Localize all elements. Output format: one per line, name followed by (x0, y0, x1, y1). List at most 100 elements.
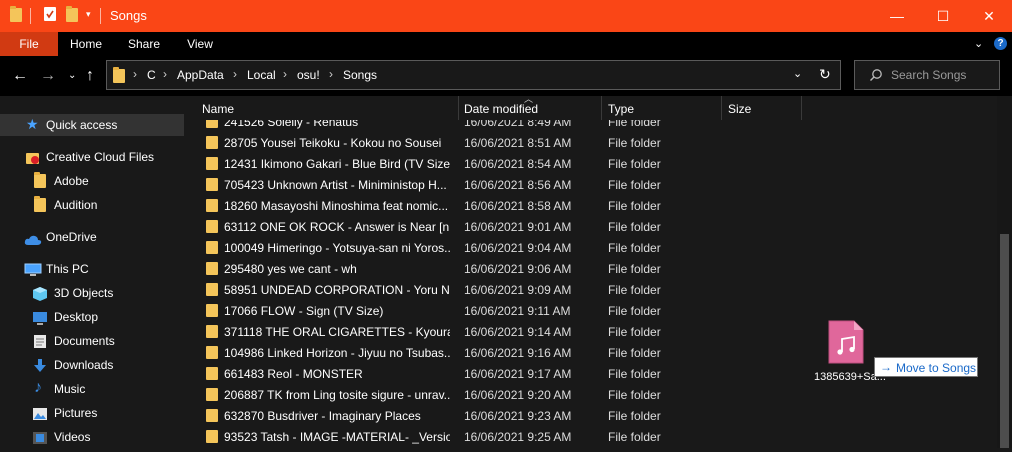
column-divider[interactable] (801, 96, 802, 120)
file-name: 28705 Yousei Teikoku - Kokou no Sousei (224, 136, 442, 150)
help-icon[interactable]: ? (994, 37, 1007, 50)
cube-icon (32, 286, 47, 301)
recent-locations-chevron-icon[interactable]: ⌄ (68, 66, 76, 86)
search-box[interactable] (854, 60, 1000, 90)
column-name[interactable]: Name (202, 102, 234, 116)
forward-arrow-icon[interactable]: → (40, 66, 56, 86)
breadcrumb-separator[interactable]: › (233, 67, 237, 81)
file-row[interactable]: 28705 Yousei Teikoku - Kokou no Sousei 16… (184, 132, 997, 153)
scrollbar-thumb[interactable] (1000, 234, 1009, 448)
breadcrumb-separator[interactable]: › (163, 67, 167, 81)
nav-item-pictures[interactable]: Pictures (0, 402, 184, 424)
close-button[interactable]: ✕ (966, 0, 1012, 32)
address-bar[interactable]: › C › AppData › Local › osu! › Songs ⌄ ↻ (106, 60, 841, 90)
nav-item-adobe[interactable]: Adobe (0, 170, 184, 192)
nav-item-videos[interactable]: Videos (0, 426, 184, 448)
tab-view[interactable]: View (176, 32, 224, 56)
breadcrumb-separator[interactable]: › (329, 67, 333, 81)
nav-item-audition[interactable]: Audition (0, 194, 184, 216)
title-divider (100, 8, 101, 24)
file-list: 241526 Soleily - Renatus 16/06/2021 8:49 … (184, 120, 997, 448)
back-arrow-icon[interactable]: ← (12, 66, 28, 86)
navigation-pane: ★ Quick access Creative Cloud Files Adob… (0, 96, 184, 448)
file-row[interactable]: 241526 Soleily - Renatus 16/06/2021 8:49 … (184, 120, 997, 132)
minimize-button[interactable]: — (874, 0, 920, 32)
refresh-icon[interactable]: ↻ (819, 66, 831, 83)
up-arrow-icon[interactable]: ↑ (86, 66, 94, 86)
file-name: 104986 Linked Horizon - Jiyuu no Tsubas.… (224, 346, 450, 360)
tab-file[interactable]: File (0, 32, 58, 56)
drag-tooltip-text: Move to Songs (896, 361, 977, 375)
title-bar[interactable]: ▾ Songs — ☐ ✕ (0, 0, 1012, 32)
nav-item-downloads[interactable]: Downloads (0, 354, 184, 376)
file-type: File folder (608, 262, 661, 276)
column-divider[interactable] (721, 96, 722, 120)
file-date-modified: 16/06/2021 9:17 AM (464, 367, 572, 381)
file-date-modified: 16/06/2021 9:23 AM (464, 409, 572, 423)
properties-icon[interactable] (44, 7, 56, 21)
file-name: 18260 Masayoshi Minoshima feat nomic... (224, 199, 449, 213)
file-row[interactable]: 93523 Tatsh - IMAGE -MATERIAL- _Versio..… (184, 426, 997, 447)
breadcrumb-local[interactable]: Local (247, 68, 276, 82)
file-row[interactable]: 371118 THE ORAL CIGARETTES - Kyouran ...… (184, 321, 997, 342)
address-history-chevron-icon[interactable]: ⌄ (793, 67, 802, 80)
file-row[interactable]: 63112 ONE OK ROCK - Answer is Near [n...… (184, 216, 997, 237)
breadcrumb-appdata[interactable]: AppData (177, 68, 224, 82)
document-icon (33, 334, 47, 348)
column-divider[interactable] (458, 96, 459, 120)
quick-access-dropdown-icon[interactable]: ▾ (86, 9, 91, 20)
tab-share[interactable]: Share (120, 32, 168, 56)
download-icon (33, 358, 47, 372)
breadcrumb-separator: › (133, 67, 137, 81)
window-title: Songs (110, 8, 147, 23)
file-type: File folder (608, 304, 661, 318)
nav-item-3d-objects[interactable]: 3D Objects (0, 282, 184, 304)
file-row[interactable]: 295480 yes we cant - wh 16/06/2021 9:06 A… (184, 258, 997, 279)
folder-icon (206, 199, 218, 212)
music-icon: ♪ (34, 379, 42, 396)
file-row[interactable]: 17066 FLOW - Sign (TV Size) 16/06/2021 9:… (184, 300, 997, 321)
file-row[interactable]: 18260 Masayoshi Minoshima feat nomic... 1… (184, 195, 997, 216)
folder-icon (206, 262, 218, 275)
nav-item-label: 3D Objects (54, 286, 114, 300)
breadcrumb-separator[interactable]: › (283, 67, 287, 81)
column-size[interactable]: Size (728, 102, 751, 116)
nav-item-label: This PC (46, 262, 89, 276)
nav-item-documents[interactable]: Documents (0, 330, 184, 352)
file-date-modified: 16/06/2021 9:04 AM (464, 241, 572, 255)
nav-item-creative-cloud-files[interactable]: Creative Cloud Files (0, 146, 184, 168)
file-row[interactable]: 12431 Ikimono Gakari - Blue Bird (TV Siz… (184, 153, 997, 174)
file-row[interactable]: 100049 Himeringo - Yotsuya-san ni Yoros.… (184, 237, 997, 258)
file-row[interactable]: 58951 UNDEAD CORPORATION - Yoru Na... 16/… (184, 279, 997, 300)
tab-home[interactable]: Home (62, 32, 110, 56)
nav-item-label: Audition (54, 198, 98, 212)
file-row[interactable]: 206887 TK from Ling tosite sigure - unra… (184, 384, 997, 405)
cloud-icon (24, 231, 42, 245)
nav-item-label: Creative Cloud Files (46, 150, 155, 164)
file-name: 93523 Tatsh - IMAGE -MATERIAL- _Versio..… (224, 430, 450, 444)
nav-item-desktop[interactable]: Desktop (0, 306, 184, 328)
folder-icon (34, 172, 48, 188)
nav-item-label: Quick access (46, 118, 118, 132)
maximize-button[interactable]: ☐ (920, 0, 966, 32)
nav-item-music[interactable]: ♪ Music (0, 378, 184, 400)
nav-item-onedrive[interactable]: OneDrive (0, 226, 184, 248)
breadcrumb-osu[interactable]: osu! (297, 68, 320, 82)
column-date-modified[interactable]: Date modified (464, 102, 538, 116)
nav-item-quick-access[interactable]: ★ Quick access (0, 114, 184, 136)
folder-icon (10, 6, 22, 25)
breadcrumb-songs[interactable]: Songs (343, 68, 377, 82)
vertical-scrollbar[interactable] (997, 96, 1012, 448)
file-type: File folder (608, 409, 661, 423)
file-row[interactable]: 632870 Busdriver - Imaginary Places 16/06… (184, 405, 997, 426)
chevron-down-icon[interactable]: ⌄ (974, 37, 983, 50)
new-folder-icon[interactable] (66, 6, 78, 25)
file-row[interactable]: 705423 Unknown Artist - Miniministop H..… (184, 174, 997, 195)
star-icon: ★ (26, 116, 39, 132)
folder-icon (206, 157, 218, 170)
search-input[interactable] (891, 67, 995, 83)
breadcrumb-c[interactable]: C (147, 68, 156, 82)
column-type[interactable]: Type (608, 102, 634, 116)
column-divider[interactable] (601, 96, 602, 120)
nav-item-this-pc[interactable]: This PC (0, 258, 184, 280)
